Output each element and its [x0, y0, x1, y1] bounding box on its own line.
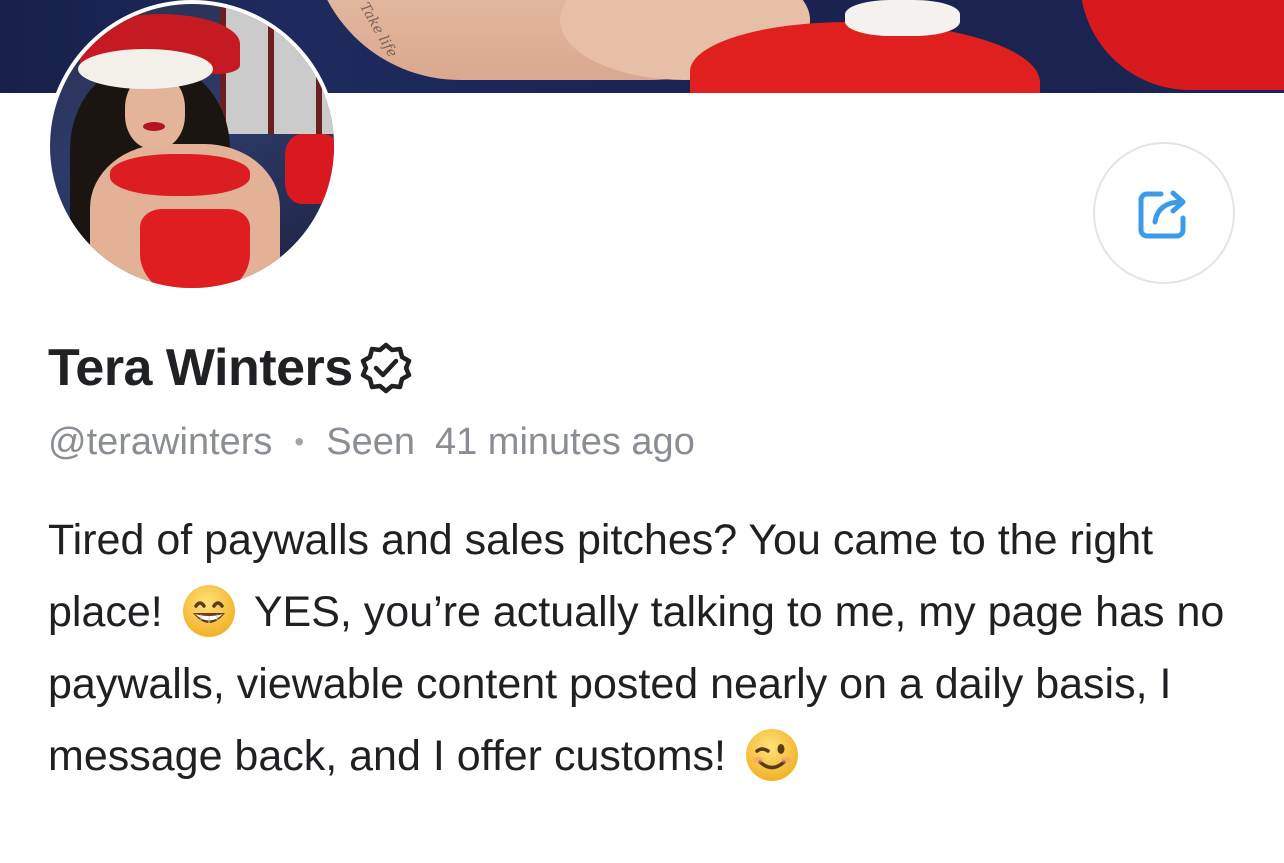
- verified-badge-icon: [357, 339, 415, 397]
- avatar-outfit-bottom: [140, 209, 250, 288]
- avatar-lips: [143, 122, 165, 131]
- share-button[interactable]: [1093, 142, 1235, 284]
- username-handle[interactable]: @terawinters: [48, 421, 272, 464]
- avatar-glove: [285, 134, 334, 204]
- profile-name-row: Tera Winters: [48, 336, 415, 400]
- avatar-outfit-top: [110, 154, 250, 196]
- avatar[interactable]: [46, 0, 338, 292]
- share-icon: [1135, 184, 1193, 242]
- profile-meta-row: @terawinters • Seen 41 minutes ago: [48, 418, 695, 466]
- meta-separator: •: [294, 426, 305, 457]
- display-name: Tera Winters: [48, 339, 353, 397]
- cover-photo-fur-trim: [845, 0, 960, 36]
- winking-face-emoji-icon: [744, 727, 800, 783]
- cover-photo-outfit-2: [1080, 0, 1284, 90]
- profile-bio: Tired of paywalls and sales pitches? You…: [48, 504, 1228, 792]
- avatar-hat-fur: [78, 49, 213, 89]
- grinning-face-emoji-icon: [181, 583, 237, 639]
- last-seen-label: Seen: [326, 420, 415, 463]
- last-seen-time: 41 minutes ago: [434, 420, 695, 463]
